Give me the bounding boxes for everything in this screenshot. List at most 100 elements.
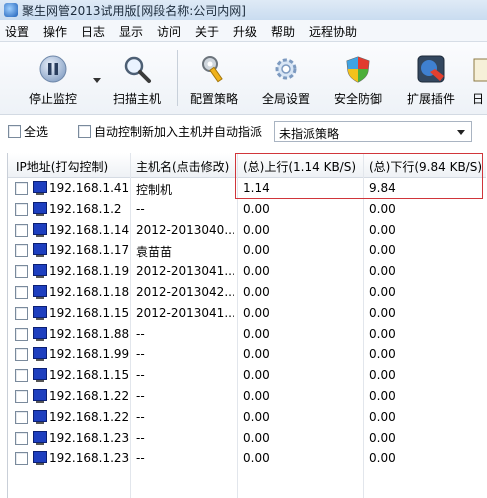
config-policy-button[interactable]: 配置策略 <box>183 42 245 114</box>
host-upload: 0.00 <box>243 389 270 403</box>
host-checkbox[interactable] <box>15 306 28 320</box>
host-name[interactable]: -- <box>136 431 234 445</box>
config-policy-label: 配置策略 <box>189 92 238 106</box>
computer-icon <box>33 368 47 383</box>
menu-upgrade[interactable]: 升级 <box>233 23 257 40</box>
computer-icon <box>33 222 47 237</box>
host-download: 0.00 <box>369 409 396 424</box>
host-name[interactable]: 控制机 <box>136 181 234 198</box>
table-row[interactable]: 192.168.1.150 -- 0.00 0.00 <box>8 365 486 386</box>
host-ip: 192.168.1.234 <box>49 430 129 445</box>
host-name[interactable]: 2012-2013040... <box>136 223 234 237</box>
policy-select-value: 未指派策略 <box>279 127 340 141</box>
host-upload: 0.00 <box>243 305 270 320</box>
menu-access[interactable]: 访问 <box>157 23 181 40</box>
column-header-download[interactable]: (总)下行(9.84 KB/S) <box>369 158 482 175</box>
shield-icon <box>346 56 370 83</box>
gear-icon <box>275 58 297 80</box>
table-row[interactable]: 192.168.1.41 控制机 1.14 9.84 <box>8 178 486 199</box>
host-name[interactable]: 2012-2013041... <box>136 306 234 320</box>
auto-control-checkbox[interactable] <box>78 125 91 138</box>
table-row[interactable]: 192.168.1.17 袁苗苗 0.00 0.00 <box>8 240 486 261</box>
host-checkbox[interactable] <box>15 223 28 237</box>
computer-icon <box>33 285 47 299</box>
host-checkbox[interactable] <box>15 452 28 466</box>
extension-plugin-button[interactable]: 扩展插件 <box>399 42 463 114</box>
host-name[interactable]: -- <box>136 368 234 382</box>
host-name[interactable]: 2012-2013041... <box>136 264 234 278</box>
menu-help[interactable]: 帮助 <box>271 23 295 40</box>
computer-icon <box>33 389 47 403</box>
column-header-upload[interactable]: (总)上行(1.14 KB/S) <box>243 158 356 175</box>
table-row[interactable]: 192.168.1.88 -- 0.00 0.00 <box>8 324 486 345</box>
security-defense-button[interactable]: 安全防御 <box>326 42 390 114</box>
host-name[interactable]: 2012-2013042... <box>136 285 234 299</box>
host-name[interactable]: -- <box>136 347 234 361</box>
host-checkbox[interactable] <box>15 369 28 383</box>
host-download: 0.00 <box>369 430 396 445</box>
host-checkbox[interactable] <box>15 202 28 216</box>
host-ip: 192.168.1.14 <box>49 222 129 237</box>
host-name[interactable]: -- <box>136 451 234 465</box>
toolbar: 停止监控 扫描主机 配置策略 全局设置 安全防御 扩展插件 日 <box>0 42 487 115</box>
host-ip: 192.168.1.41 <box>49 181 129 195</box>
global-settings-button[interactable]: 全局设置 <box>255 42 317 114</box>
host-name[interactable]: -- <box>136 202 234 216</box>
host-name[interactable]: -- <box>136 327 234 341</box>
host-upload: 0.00 <box>243 347 270 362</box>
table-row[interactable]: 192.168.1.223 -- 0.00 0.00 <box>8 407 486 428</box>
stop-monitor-dropdown-icon[interactable] <box>93 78 101 83</box>
column-header-hostname[interactable]: 主机名(点击修改) <box>136 158 229 175</box>
host-checkbox[interactable] <box>15 327 28 341</box>
host-table: IP地址(打勾控制) 主机名(点击修改) (总)上行(1.14 KB/S) (总… <box>7 153 486 498</box>
host-upload: 0.00 <box>243 409 270 424</box>
computer-icon <box>33 409 47 424</box>
log-icon <box>473 58 487 82</box>
host-checkbox[interactable] <box>15 410 28 424</box>
scan-host-button[interactable]: 扫描主机 <box>105 42 169 114</box>
table-row[interactable]: 192.168.1.99 -- 0.00 0.00 <box>8 344 486 365</box>
host-checkbox[interactable] <box>15 390 28 403</box>
column-header-ip[interactable]: IP地址(打勾控制) <box>16 158 108 175</box>
policy-select[interactable]: 未指派策略 <box>274 121 472 142</box>
host-ip: 192.168.1.19 <box>49 264 129 279</box>
menu-display[interactable]: 显示 <box>119 23 143 40</box>
host-download: 0.00 <box>369 264 396 279</box>
table-row[interactable]: 192.168.1.14 2012-2013040... 0.00 0.00 <box>8 220 486 241</box>
host-checkbox[interactable] <box>15 182 28 195</box>
computer-icon <box>33 264 47 279</box>
menu-remote-assist[interactable]: 远程协助 <box>309 23 357 40</box>
log-button[interactable]: 日 <box>470 42 487 114</box>
host-download: 0.00 <box>369 389 396 403</box>
host-checkbox[interactable] <box>15 265 28 279</box>
host-download: 0.00 <box>369 451 396 466</box>
menu-settings[interactable]: 设置 <box>5 23 29 40</box>
menu-about[interactable]: 关于 <box>195 23 219 40</box>
table-row[interactable]: 192.168.1.19 2012-2013041... 0.00 0.00 <box>8 261 486 282</box>
host-checkbox[interactable] <box>15 348 28 362</box>
host-name[interactable]: 袁苗苗 <box>136 243 234 260</box>
stop-monitor-button[interactable]: 停止监控 <box>18 42 88 114</box>
host-download: 0.00 <box>369 347 396 362</box>
host-name[interactable]: -- <box>136 410 234 424</box>
host-download: 0.00 <box>369 285 396 299</box>
host-name[interactable]: -- <box>136 389 234 403</box>
table-row[interactable]: 192.168.1.234 -- 0.00 0.00 <box>8 428 486 449</box>
table-row[interactable]: 192.168.1.235 -- 0.00 0.00 <box>8 448 486 469</box>
host-checkbox[interactable] <box>15 244 28 258</box>
host-checkbox[interactable] <box>15 286 28 299</box>
menu-log[interactable]: 日志 <box>81 23 105 40</box>
table-row[interactable]: 192.168.1.2 -- 0.00 0.00 <box>8 199 486 220</box>
host-download: 0.00 <box>369 201 396 216</box>
host-upload: 0.00 <box>243 243 270 258</box>
table-row[interactable]: 192.168.1.18 2012-2013042... 0.00 0.00 <box>8 282 486 303</box>
host-download: 0.00 <box>369 305 396 320</box>
host-upload: 0.00 <box>243 201 270 216</box>
computer-icon <box>33 201 47 216</box>
table-row[interactable]: 192.168.1.153 2012-2013041... 0.00 0.00 <box>8 303 486 324</box>
toolbar-divider <box>177 50 178 106</box>
host-checkbox[interactable] <box>15 431 28 445</box>
menu-operation[interactable]: 操作 <box>43 23 67 40</box>
table-row[interactable]: 192.168.1.222 -- 0.00 0.00 <box>8 386 486 407</box>
select-all-checkbox[interactable] <box>8 125 21 138</box>
